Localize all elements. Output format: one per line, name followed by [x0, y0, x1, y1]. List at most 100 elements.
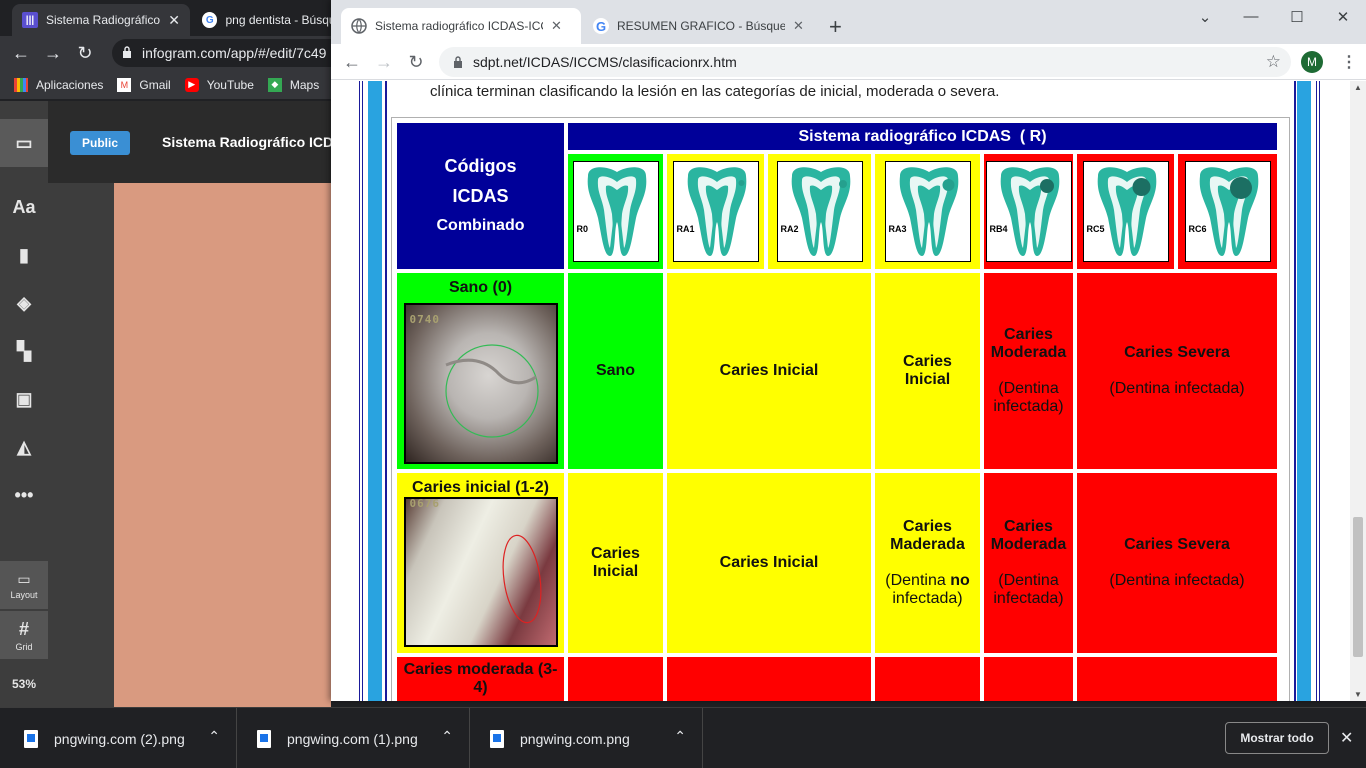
intro-paragraph: clínica terminan clasificando la lesión … [430, 83, 1000, 100]
radiographic-code-label: RA3 [888, 224, 907, 234]
download-bar: pngwing.com (2).png ⌃ pngwing.com (1).pn… [0, 707, 1366, 768]
chevron-up-icon[interactable]: ⌃ [441, 728, 453, 745]
image-icon[interactable]: ▣ [0, 375, 48, 423]
text-icon[interactable]: Aa [0, 183, 48, 231]
bookmark-apps[interactable]: Aplicaciones [14, 77, 103, 92]
back-tab-infogram[interactable]: ||| Sistema Radiográfico I ✕ [12, 4, 190, 36]
infogram-canvas[interactable] [114, 183, 331, 707]
page-scrollbar[interactable]: ▲ ▼ [1350, 81, 1366, 701]
back-tab-google[interactable]: G png dentista - Búsqu [192, 4, 342, 36]
radiographic-system-header: Sistema radiográfico ICDAS ( R) [568, 123, 1277, 150]
reload-icon[interactable]: ↻ [405, 51, 427, 73]
zoom-level[interactable]: 53% [0, 660, 48, 708]
back-arrow-icon[interactable]: ← [10, 42, 32, 64]
bookmark-youtube[interactable]: ▶ YouTube [184, 77, 254, 92]
close-icon[interactable]: ✕ [1340, 728, 1353, 748]
download-item[interactable]: pngwing.com (2).png ⌃ [4, 708, 237, 768]
forward-arrow-icon[interactable]: → [42, 42, 64, 64]
close-window-icon[interactable]: ✕ [1333, 8, 1353, 26]
minimize-icon[interactable]: — [1241, 8, 1261, 25]
more-icon[interactable]: ••• [0, 471, 48, 519]
layout-button[interactable]: ▭ Layout [0, 561, 48, 609]
chevron-up-icon[interactable]: ⌃ [208, 728, 220, 745]
tooth-diagram-cell: RA2 [768, 154, 871, 269]
layout-label: Layout [10, 589, 38, 600]
tooth-icon [587, 167, 646, 256]
left-blue-stripe [368, 81, 382, 701]
cell-rb4: Caries Moderada (Dentina infectada) [984, 273, 1073, 469]
grid-button[interactable]: # Grid [0, 611, 48, 659]
close-icon[interactable]: ✕ [551, 18, 562, 34]
cell-title: Caries Severa [1124, 536, 1230, 553]
shapes-icon[interactable]: ◭ [0, 423, 48, 471]
front-toolbar: ← → ↻ sdpt.net/ICDAS/ICCMS/clasificacion… [331, 44, 1366, 80]
image-file-icon [257, 729, 271, 748]
lock-icon [123, 46, 131, 58]
cell-ra3: Caries Inicial [875, 273, 980, 469]
scroll-up-icon[interactable]: ▲ [1354, 83, 1362, 92]
download-filename: pngwing.com.png [520, 730, 630, 747]
row-label: Sano (0) [448, 279, 513, 296]
maximize-icon[interactable]: ☐ [1287, 8, 1307, 26]
map-icon[interactable]: ◈ [0, 279, 48, 327]
tooth-icon [791, 167, 850, 256]
lesion-ellipse-marker [502, 534, 541, 624]
chart-icon[interactable]: ▮ [0, 231, 48, 279]
left-border-stripe [359, 81, 363, 701]
tooth-diagram: RB4 [985, 161, 1072, 262]
lock-icon [454, 56, 462, 68]
cell-rc5-rc6 [1077, 657, 1277, 701]
cell-ra3 [875, 657, 980, 701]
bookmark-label: YouTube [206, 77, 254, 92]
show-all-button[interactable]: Mostrar todo [1225, 722, 1329, 754]
tooth-diagram: RA3 [884, 161, 971, 262]
back-tab-title: Sistema Radiográfico I [46, 13, 162, 27]
right-blue-stripe [1297, 81, 1311, 701]
cell-title: Caries Inicial [903, 353, 952, 388]
cell-subtitle: (Dentina no infectada) [875, 572, 980, 608]
tooth-icon [1097, 167, 1156, 256]
download-item[interactable]: pngwing.com.png ⌃ [470, 708, 703, 768]
scroll-down-icon[interactable]: ▼ [1354, 690, 1362, 699]
close-icon[interactable]: ✕ [168, 12, 180, 29]
scroll-thumb[interactable] [1353, 517, 1363, 657]
profile-avatar[interactable]: M [1301, 51, 1323, 73]
layout-blocks-icon[interactable]: ▚ [0, 327, 48, 375]
cell-title: Caries Maderada [890, 518, 965, 553]
infogram-header: Public Sistema Radiográfico ICD [48, 101, 333, 183]
public-badge[interactable]: Public [70, 131, 130, 155]
google-icon: G [202, 12, 218, 28]
project-title[interactable]: Sistema Radiográfico ICD [162, 134, 333, 150]
close-icon[interactable]: ✕ [793, 18, 804, 34]
bookmark-maps[interactable]: ◆ Maps [267, 77, 319, 92]
tooth-diagram: RA2 [776, 161, 863, 262]
tab-resumen[interactable]: G RESUMEN GRAFICO - Búsqueda de ✕ [583, 8, 823, 44]
bookmark-gmail[interactable]: M Gmail [117, 77, 171, 92]
reload-icon[interactable]: ↻ [74, 42, 96, 64]
tab-title: Sistema radiográfico ICDAS-ICCMS [375, 19, 543, 33]
cell-rb4 [984, 657, 1073, 701]
new-tab-button[interactable]: + [829, 14, 842, 40]
codes-header-line1: Códigos [444, 156, 517, 176]
cell-title: Caries Severa [1124, 344, 1230, 361]
cell-title: Caries Inicial [719, 362, 819, 379]
back-address-bar[interactable]: infogram.com/app/#/edit/7c49 [112, 39, 352, 67]
cell-r0: Sano [568, 273, 663, 469]
image-file-icon [24, 729, 38, 748]
forward-arrow-icon[interactable]: → [373, 51, 395, 73]
tab-search-chevron-icon[interactable]: ⌄ [1195, 8, 1215, 26]
chevron-up-icon[interactable]: ⌃ [674, 728, 686, 745]
address-bar[interactable]: sdpt.net/ICDAS/ICCMS/clasificacionrx.htm… [439, 47, 1291, 77]
back-arrow-icon[interactable]: ← [341, 51, 363, 73]
cell-title: Caries Moderada [990, 326, 1067, 361]
library-icon[interactable]: ▭ [0, 119, 48, 167]
star-icon[interactable]: ☆ [1266, 52, 1281, 72]
download-item[interactable]: pngwing.com (1).png ⌃ [237, 708, 470, 768]
menu-kebab-icon[interactable]: ⋮ [1341, 52, 1357, 72]
cell-subtitle: (Dentina infectada) [1109, 572, 1245, 589]
laptop-icon: ▭ [17, 570, 31, 587]
front-browser-window: Sistema radiográfico ICDAS-ICCMS ✕ G RES… [331, 0, 1366, 701]
bookmark-label: Gmail [139, 77, 171, 92]
tab-icdas[interactable]: Sistema radiográfico ICDAS-ICCMS ✕ [341, 8, 581, 44]
codes-header-cell: Códigos ICDAS Combinado [397, 123, 564, 269]
